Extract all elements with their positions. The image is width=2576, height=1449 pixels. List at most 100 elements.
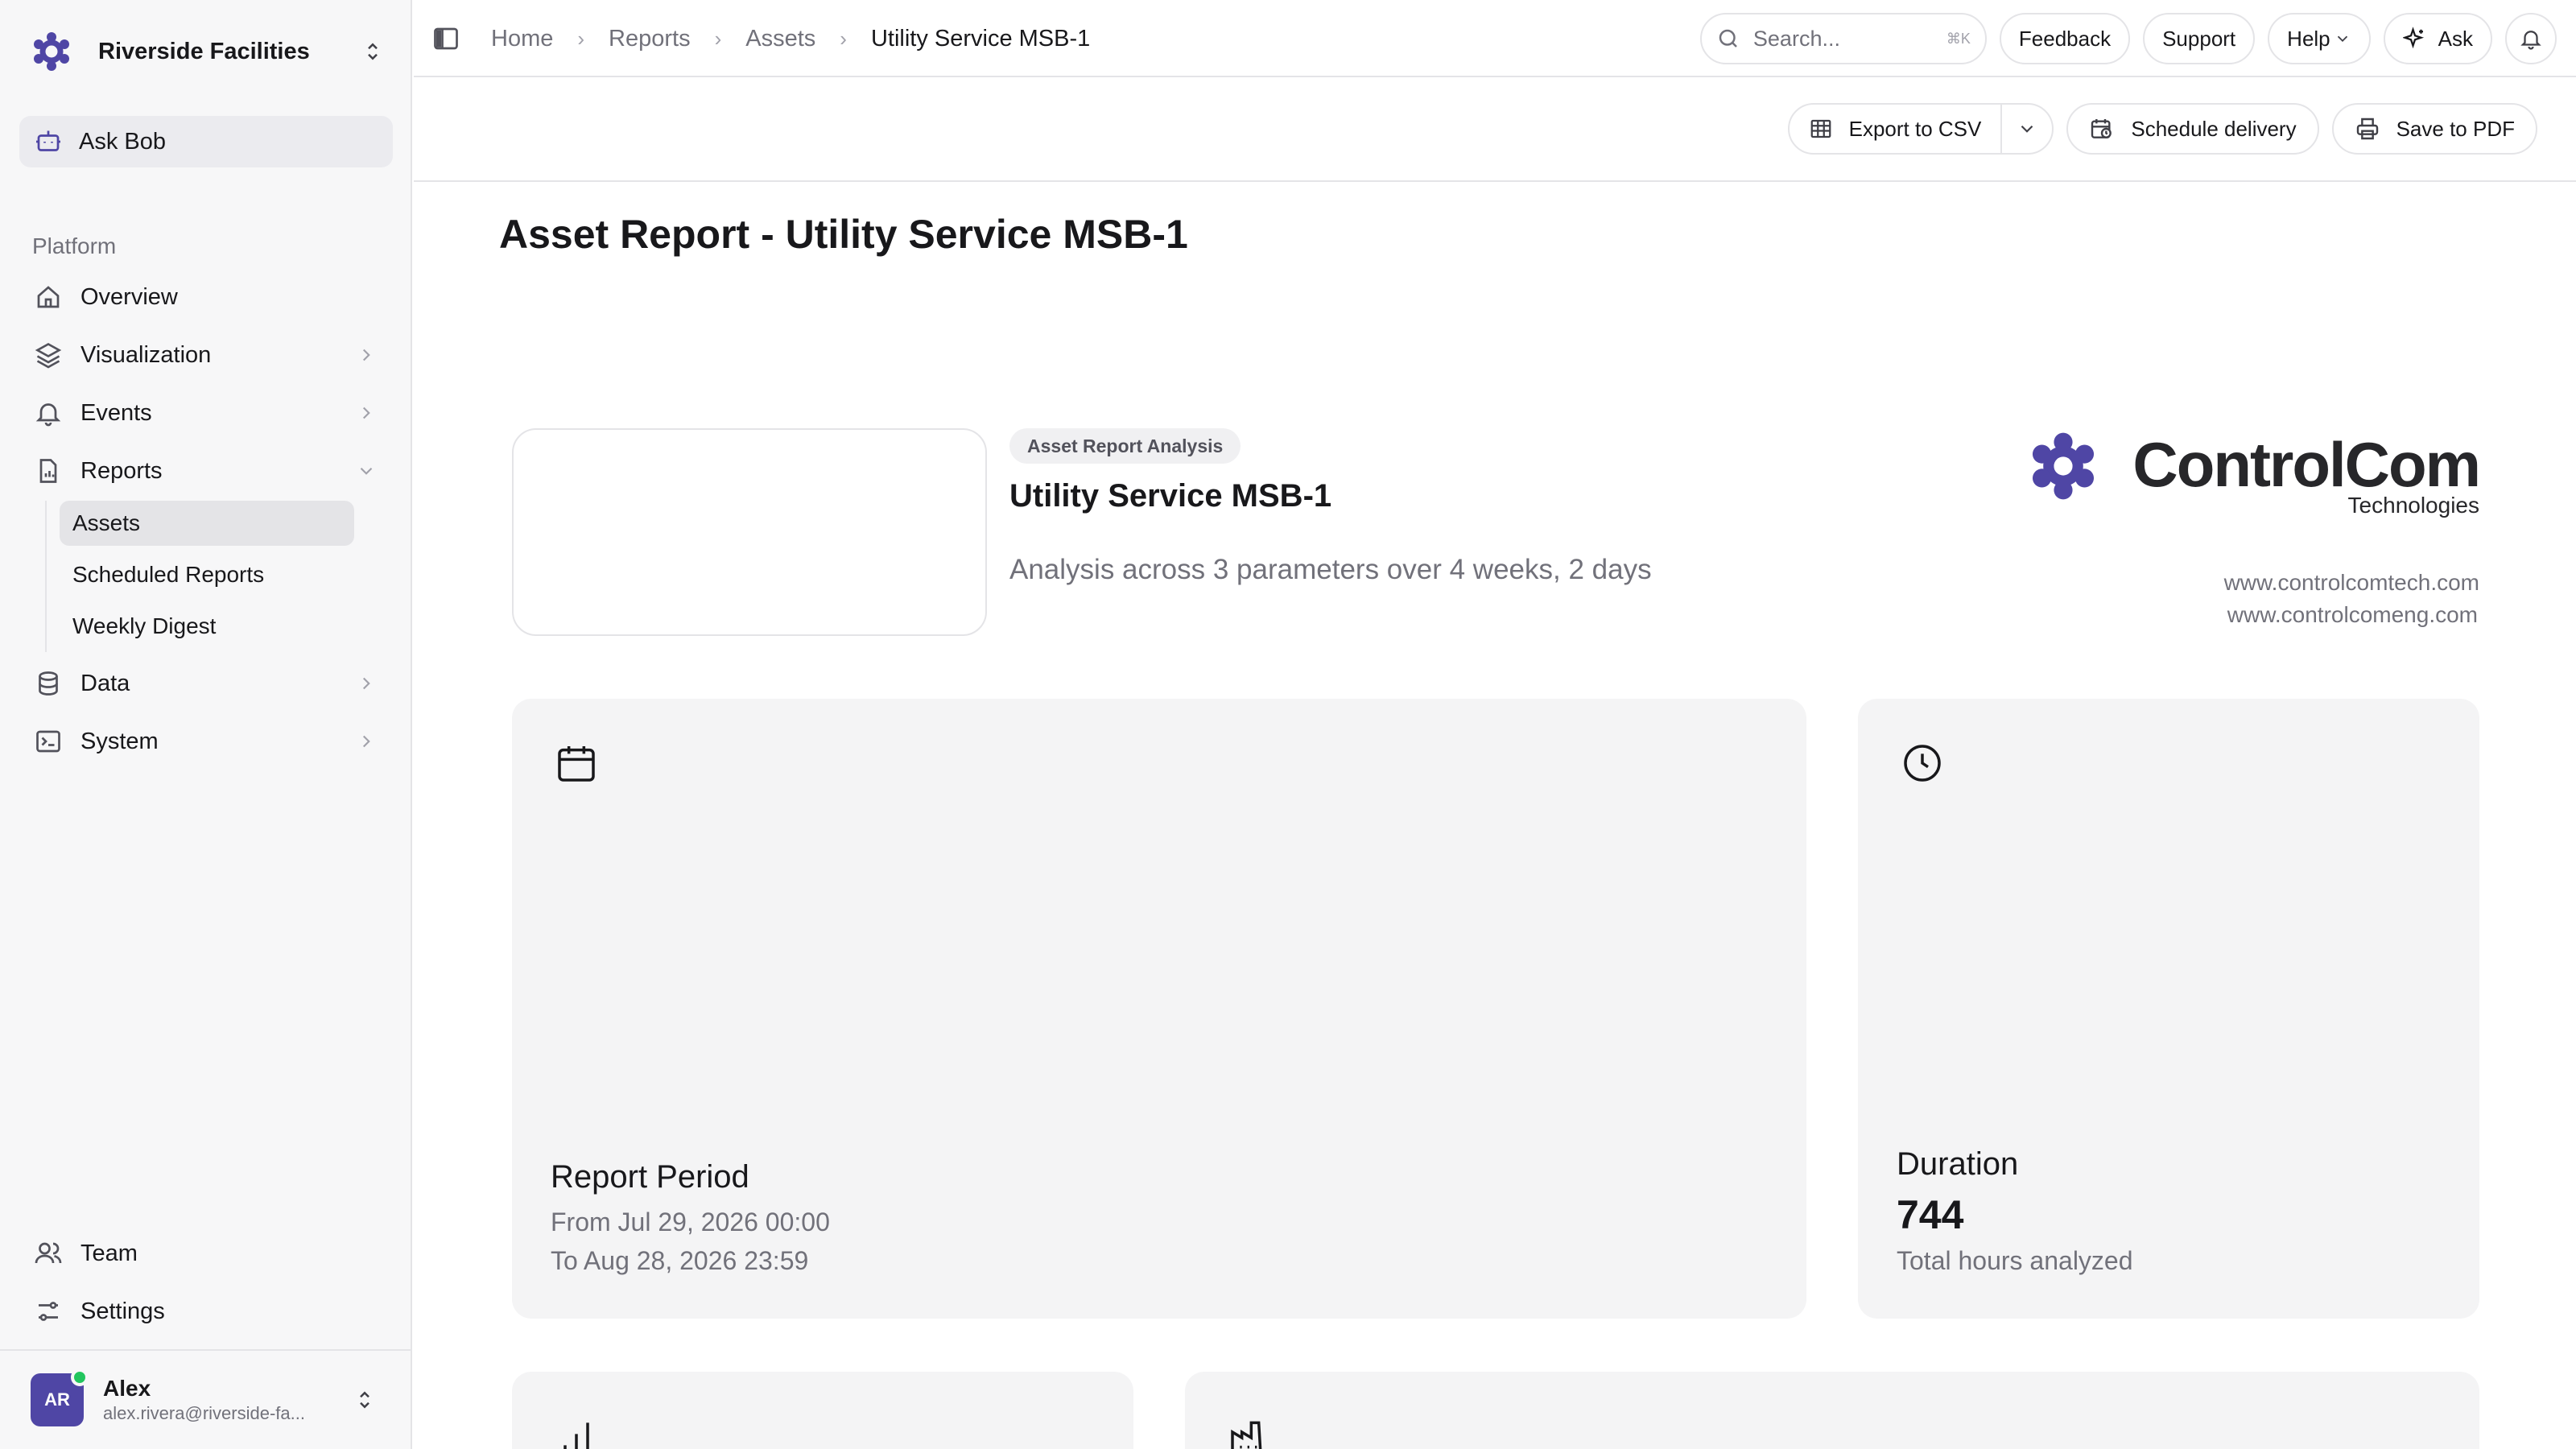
schedule-delivery-label: Schedule delivery xyxy=(2131,116,2297,141)
brand-name: ControlCom xyxy=(2132,429,2481,500)
sidebar-item-data[interactable]: Data xyxy=(19,658,393,708)
ask-bob-label: Ask Bob xyxy=(79,128,166,155)
asset-name: Utility Service MSB-1 xyxy=(1009,478,1332,514)
help-label: Help xyxy=(2287,26,2330,51)
sidebar-item-label: Settings xyxy=(80,1298,165,1324)
org-name: Riverside Facilities xyxy=(98,38,310,64)
company-url-2[interactable]: www.controlcomeng.com xyxy=(2227,602,2478,628)
sidebar-subitem-scheduled-reports[interactable]: Scheduled Reports xyxy=(60,552,354,597)
printer-icon xyxy=(2356,118,2378,140)
export-split-button: Export to CSV xyxy=(1787,103,2054,155)
notifications-button[interactable] xyxy=(2505,13,2557,64)
ask-button[interactable]: Ask xyxy=(2383,13,2492,64)
sidebar-item-label: Events xyxy=(80,399,152,426)
chevron-right-icon: › xyxy=(577,26,585,51)
sidebar-item-overview[interactable]: Overview xyxy=(19,272,393,322)
sidebar: Riverside Facilities Ask Bob Platform Ov… xyxy=(0,0,412,1449)
save-pdf-button[interactable]: Save to PDF xyxy=(2331,103,2537,155)
sidebar-item-events[interactable]: Events xyxy=(19,388,393,438)
duration-value: 744 xyxy=(1897,1192,1964,1237)
avatar: AR xyxy=(31,1368,89,1426)
avatar-initials: AR xyxy=(44,1389,70,1410)
help-button[interactable]: Help xyxy=(2268,13,2371,64)
search-input[interactable]: Search... ⌘K xyxy=(1699,13,1987,64)
users-icon xyxy=(35,1242,62,1264)
chevron-down-icon xyxy=(2021,125,2033,133)
export-csv-label: Export to CSV xyxy=(1848,116,1982,141)
report-period-title: Report Period xyxy=(551,1159,749,1195)
duration-title: Duration xyxy=(1897,1146,2019,1182)
bell-icon xyxy=(2520,31,2541,50)
export-options-button[interactable] xyxy=(2000,105,2052,153)
breadcrumb: Home › Reports › Assets › Utility Servic… xyxy=(491,19,1090,58)
action-bar: Export to CSV Schedule delivery Save to … xyxy=(414,79,2576,182)
database-icon xyxy=(39,671,58,696)
schedule-delivery-button[interactable]: Schedule delivery xyxy=(2066,103,2319,155)
search-placeholder: Search... xyxy=(1752,26,1840,51)
clock-icon xyxy=(1904,745,1941,782)
feedback-button[interactable]: Feedback xyxy=(1999,13,2131,64)
chevron-down-icon xyxy=(360,467,373,475)
chevron-right-icon xyxy=(362,735,370,748)
facility-card xyxy=(1185,1372,2479,1449)
feedback-label: Feedback xyxy=(2018,26,2112,51)
sidebar-item-label: Team xyxy=(80,1240,138,1266)
user-name: Alex xyxy=(103,1376,151,1401)
parameters-card xyxy=(512,1372,1133,1449)
chevron-right-icon: › xyxy=(840,26,847,51)
sidebar-item-settings[interactable]: Settings xyxy=(19,1286,393,1336)
sidebar-item-system[interactable]: System xyxy=(19,716,393,766)
search-shortcut: ⌘K xyxy=(1946,30,1971,47)
report-period-to: To Aug 28, 2026 23:59 xyxy=(551,1246,809,1275)
sidebar-subitem-weekly-digest[interactable]: Weekly Digest xyxy=(60,604,354,649)
sidebar-subitem-assets[interactable]: Assets xyxy=(60,501,354,546)
report-type-badge: Asset Report Analysis xyxy=(1009,428,1241,464)
sidebar-item-label: Visualization xyxy=(80,341,212,368)
org-switcher[interactable]: Riverside Facilities xyxy=(31,27,385,76)
brand-tagline: Technologies xyxy=(2347,493,2479,518)
sidebar-item-label: Reports xyxy=(80,457,163,484)
duration-card: Duration 744 Total hours analyzed xyxy=(1858,699,2479,1319)
sidebar-item-reports[interactable]: Reports xyxy=(19,446,393,496)
breadcrumb-reports[interactable]: Reports xyxy=(609,26,691,52)
chevron-right-icon: › xyxy=(714,26,722,51)
factory-icon xyxy=(1231,1421,1262,1449)
user-menu[interactable]: AR Alex alex.rivera@riverside-fa... xyxy=(0,1349,411,1449)
search-icon xyxy=(1719,29,1737,47)
table-icon xyxy=(1810,119,1831,138)
asset-subtitle: Analysis across 3 parameters over 4 week… xyxy=(1009,554,1652,585)
ask-bob-button[interactable]: Ask Bob xyxy=(19,116,393,167)
support-label: Support xyxy=(2162,26,2236,51)
chevron-right-icon xyxy=(362,349,370,361)
chevron-right-icon xyxy=(362,677,370,690)
bell-icon xyxy=(35,403,61,427)
support-button[interactable]: Support xyxy=(2143,13,2256,64)
sidebar-item-team[interactable]: Team xyxy=(19,1228,393,1278)
org-logo-icon xyxy=(34,32,69,71)
submenu-divider xyxy=(45,501,47,652)
export-csv-button[interactable]: Export to CSV xyxy=(1790,105,2001,153)
bot-icon xyxy=(36,130,60,151)
chevron-up-down-icon xyxy=(368,43,378,60)
company-url-1[interactable]: www.controlcomtech.com xyxy=(2224,570,2479,596)
chevron-right-icon xyxy=(362,407,370,419)
chevron-up-down-icon xyxy=(360,1391,369,1409)
sidebar-item-label: System xyxy=(80,728,159,754)
sidebar-item-label: Data xyxy=(80,670,130,696)
online-status-dot xyxy=(71,1368,89,1386)
section-title-platform: Platform xyxy=(32,233,117,258)
breadcrumb-assets[interactable]: Assets xyxy=(745,26,815,52)
breadcrumb-home[interactable]: Home xyxy=(491,26,553,52)
breadcrumb-current: Utility Service MSB-1 xyxy=(870,25,1091,52)
save-pdf-label: Save to PDF xyxy=(2396,116,2515,141)
home-icon xyxy=(37,286,60,308)
calendar-clock-icon xyxy=(2091,119,2112,138)
sidebar-item-visualization[interactable]: Visualization xyxy=(19,330,393,380)
calendar-icon xyxy=(558,746,595,782)
top-bar: Home › Reports › Assets › Utility Servic… xyxy=(414,0,2576,77)
sidebar-item-label: Overview xyxy=(80,283,178,310)
user-email: alex.rivera@riverside-fa... xyxy=(103,1403,305,1423)
sidebar-toggle-icon[interactable] xyxy=(431,24,460,53)
report-period-card: Report Period From Jul 29, 2026 00:00 To… xyxy=(512,699,1806,1319)
layers-icon xyxy=(35,342,62,369)
